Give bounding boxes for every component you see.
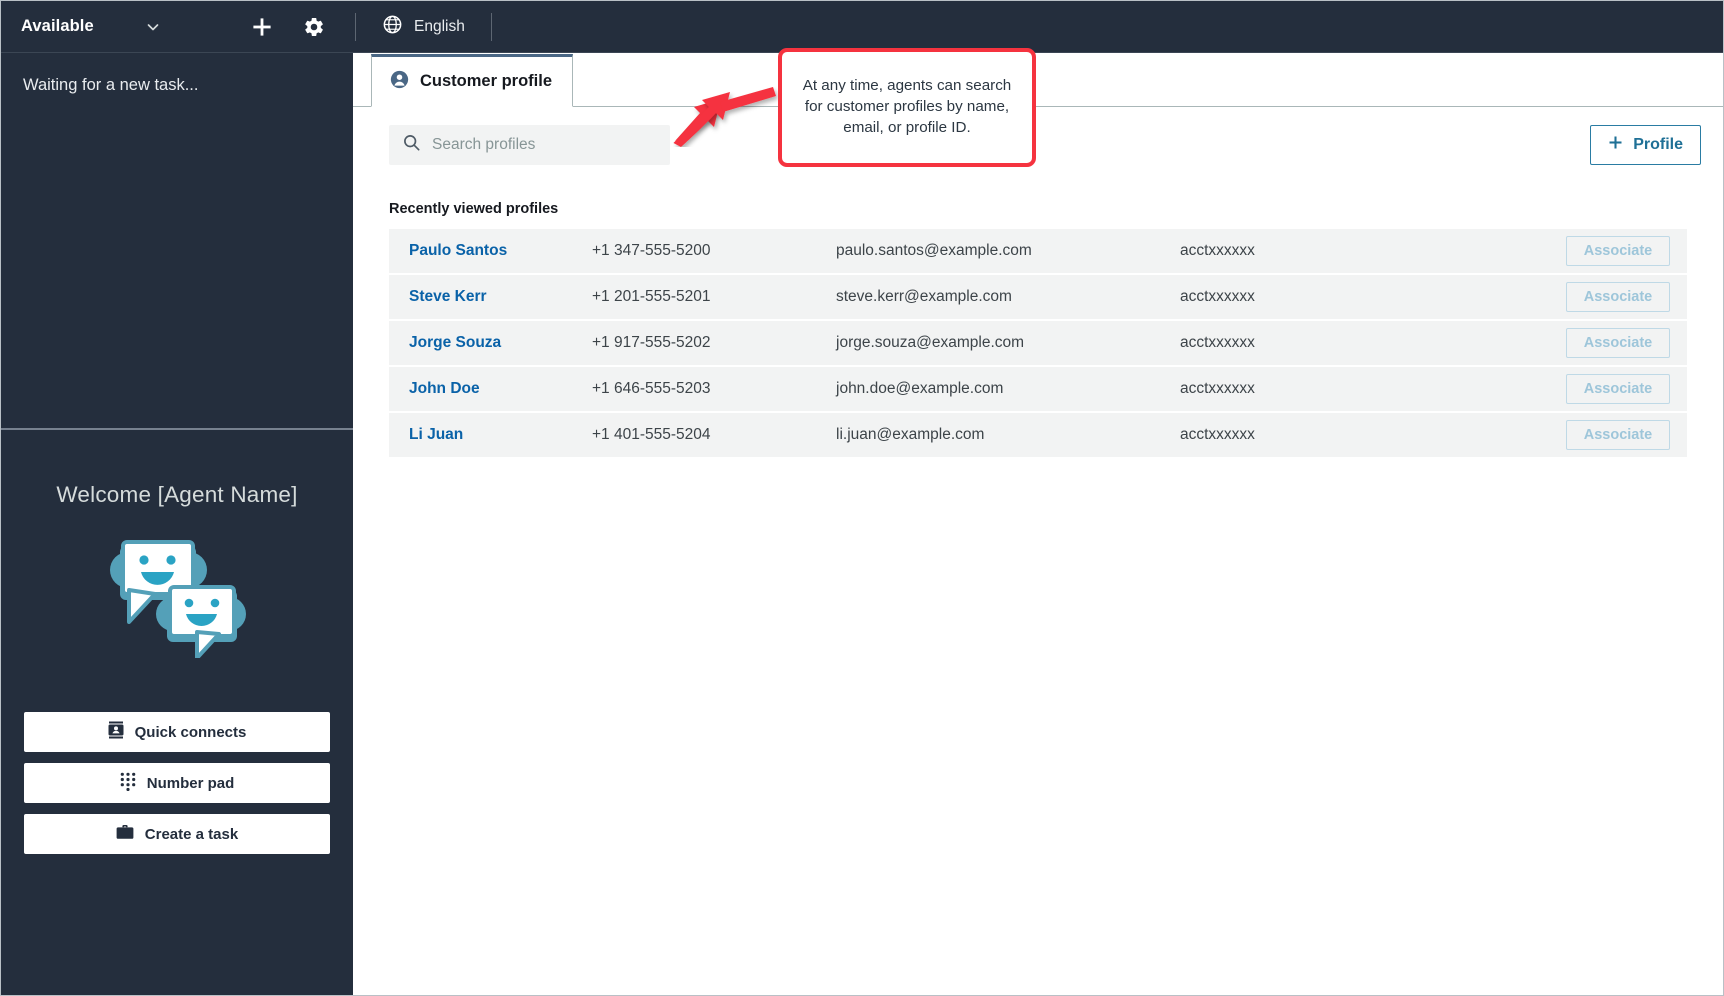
agent-sidebar: Waiting for a new task... Welcome [Agent…	[1, 53, 353, 995]
ccp-application-window: Available	[0, 0, 1724, 996]
search-input[interactable]	[432, 136, 642, 154]
add-profile-label: Profile	[1633, 136, 1683, 154]
add-profile-button[interactable]: Profile	[1590, 125, 1701, 165]
agent-status-label: Available	[21, 17, 94, 36]
associate-button[interactable]: Associate	[1566, 420, 1670, 450]
chat-bubbles-smiley-icon	[105, 530, 249, 660]
annotation-callout: At any time, agents can search for custo…	[778, 48, 1036, 167]
briefcase-icon	[116, 824, 134, 844]
annotation-text: At any time, agents can search for custo…	[794, 76, 1020, 139]
profile-phone: +1 917-555-5202	[592, 334, 836, 352]
profile-account-id: acctxxxxxx	[1180, 334, 1460, 352]
recently-viewed-profiles-table: Paulo Santos +1 347-555-5200 paulo.santo…	[389, 229, 1687, 457]
sidebar-status-panel: Waiting for a new task...	[1, 53, 353, 430]
header-divider-left	[355, 13, 356, 41]
tab-label: Customer profile	[420, 72, 552, 91]
profile-email: jorge.souza@example.com	[836, 334, 1180, 352]
table-row[interactable]: Steve Kerr +1 201-555-5201 steve.kerr@ex…	[389, 275, 1687, 319]
profile-name-link[interactable]: Li Juan	[389, 426, 592, 444]
language-selector[interactable]: English	[382, 14, 465, 40]
profile-email: li.juan@example.com	[836, 426, 1180, 444]
globe-icon	[382, 14, 403, 40]
profile-email: steve.kerr@example.com	[836, 288, 1180, 306]
profile-action-cell: Associate	[1566, 328, 1687, 358]
sidebar-welcome-panel: Welcome [Agent Name]	[1, 430, 353, 995]
profile-account-id: acctxxxxxx	[1180, 380, 1460, 398]
associate-button[interactable]: Associate	[1566, 328, 1670, 358]
recently-viewed-heading: Recently viewed profiles	[353, 165, 1723, 217]
associate-button[interactable]: Associate	[1566, 374, 1670, 404]
arrow-pointing-left-icon	[673, 85, 778, 147]
table-row[interactable]: Paulo Santos +1 347-555-5200 paulo.santo…	[389, 229, 1687, 273]
main-content-panel: Customer profile	[353, 53, 1723, 995]
user-circle-icon	[390, 70, 409, 94]
profile-account-id: acctxxxxxx	[1180, 426, 1460, 444]
profile-action-cell: Associate	[1566, 420, 1687, 450]
table-row[interactable]: Jorge Souza +1 917-555-5202 jorge.souza@…	[389, 321, 1687, 365]
welcome-message: Welcome [Agent Name]	[56, 482, 297, 508]
search-profiles-box[interactable]	[389, 125, 670, 165]
plus-icon	[1608, 135, 1623, 155]
profile-action-cell: Associate	[1566, 236, 1687, 266]
table-row[interactable]: John Doe +1 646-555-5203 john.doe@exampl…	[389, 367, 1687, 411]
profile-action-cell: Associate	[1566, 282, 1687, 312]
table-row[interactable]: Li Juan +1 401-555-5204 li.juan@example.…	[389, 413, 1687, 457]
quick-connects-button[interactable]: Quick connects	[24, 712, 330, 752]
profile-action-cell: Associate	[1566, 374, 1687, 404]
search-icon	[403, 134, 420, 156]
associate-button[interactable]: Associate	[1566, 282, 1670, 312]
profile-name-link[interactable]: Jorge Souza	[389, 334, 592, 352]
quick-connects-label: Quick connects	[135, 724, 247, 741]
profile-name-link[interactable]: Steve Kerr	[389, 288, 592, 306]
profile-phone: +1 646-555-5203	[592, 380, 836, 398]
topbar-icon-group	[247, 12, 329, 42]
profile-account-id: acctxxxxxx	[1180, 288, 1460, 306]
profile-email: paulo.santos@example.com	[836, 242, 1180, 260]
profile-phone: +1 201-555-5201	[592, 288, 836, 306]
associate-button[interactable]: Associate	[1566, 236, 1670, 266]
sidebar-action-buttons: Quick connects Number pad	[1, 712, 353, 854]
dialpad-icon	[120, 772, 136, 795]
number-pad-label: Number pad	[147, 775, 235, 792]
contact-card-icon	[108, 721, 124, 743]
profile-account-id: acctxxxxxx	[1180, 242, 1460, 260]
create-task-label: Create a task	[145, 826, 238, 843]
agent-status-dropdown[interactable]: Available	[1, 1, 179, 53]
profile-name-link[interactable]: John Doe	[389, 380, 592, 398]
tab-customer-profile[interactable]: Customer profile	[371, 54, 573, 107]
plus-icon[interactable]	[247, 12, 277, 42]
top-header-bar: Available	[1, 1, 1723, 53]
search-and-actions-row: Profile	[353, 107, 1723, 165]
profile-phone: +1 401-555-5204	[592, 426, 836, 444]
profile-name-link[interactable]: Paulo Santos	[389, 242, 592, 260]
tab-strip: Customer profile	[353, 53, 1723, 107]
gear-icon[interactable]	[299, 12, 329, 42]
chevron-down-icon	[145, 19, 161, 35]
profile-phone: +1 347-555-5200	[592, 242, 836, 260]
create-task-button[interactable]: Create a task	[24, 814, 330, 854]
header-divider-right	[491, 13, 492, 41]
number-pad-button[interactable]: Number pad	[24, 763, 330, 803]
language-label: English	[414, 18, 465, 36]
profile-email: john.doe@example.com	[836, 380, 1180, 398]
waiting-status-text: Waiting for a new task...	[23, 76, 331, 95]
